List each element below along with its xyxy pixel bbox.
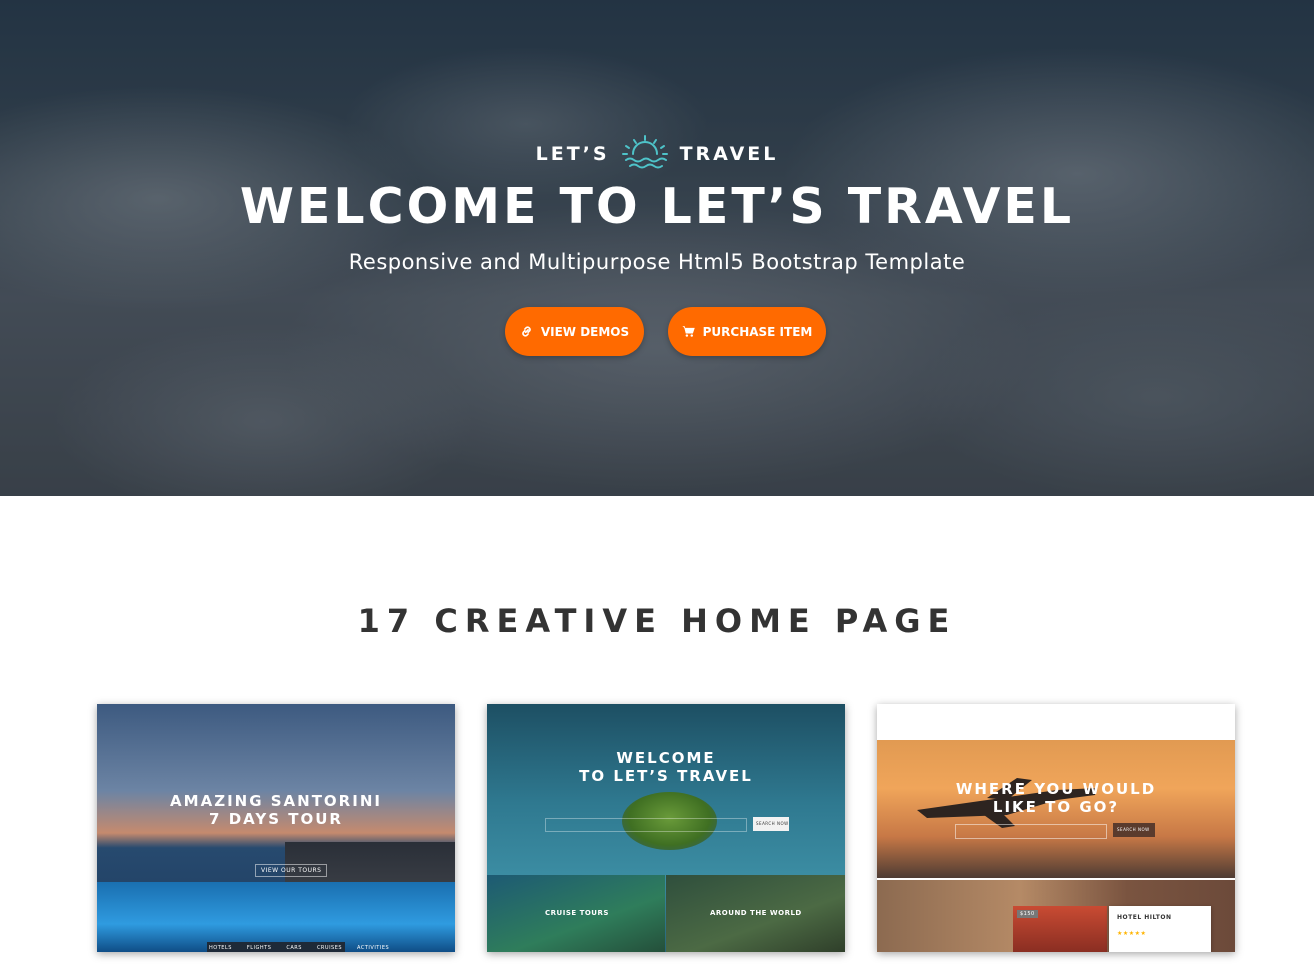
rating-stars: ★★★★★: [1117, 930, 1147, 937]
section-title: 17 CREATIVE HOME PAGE: [357, 602, 957, 640]
booking-tab: CARS: [286, 945, 302, 951]
booking-tabs: HOTELS FLIGHTS CARS CRUISES ACTIVITIES: [209, 945, 389, 951]
hotel-name: HOTEL HILTON: [1117, 914, 1172, 921]
demo-card-welcome[interactable]: WELCOME TO LET’S TRAVEL SEARCH NOW CRUIS…: [487, 704, 845, 952]
sun-waves-icon: [621, 135, 668, 169]
demo-headline-line1: AMAZING SANTORINI: [170, 792, 382, 810]
brand-logo[interactable]: LET’S TRAVEL: [0, 134, 1314, 174]
demo-thumbnail: WELCOME TO LET’S TRAVEL SEARCH NOW CRUIS…: [487, 704, 845, 952]
purchase-item-button[interactable]: PURCHASE ITEM: [668, 307, 826, 356]
tour-cta: VIEW OUR TOURS: [255, 864, 328, 877]
logo-word-right: TRAVEL: [679, 143, 779, 165]
search-form: [545, 818, 747, 832]
cart-icon: [682, 326, 695, 337]
demo-headline-line2: TO LET’S TRAVEL: [579, 767, 753, 785]
logo-word-left: LET’S: [535, 143, 610, 165]
site-header: [877, 704, 1235, 741]
demo-thumbnail: WHERE YOU WOULD LIKE TO GO? SEARCH NOW $…: [877, 704, 1235, 952]
booking-tab: HOTELS: [209, 945, 232, 951]
tile-label: AROUND THE WORLD: [710, 909, 802, 917]
demo-headline-line1: WHERE YOU WOULD: [955, 780, 1157, 798]
view-demos-label: VIEW DEMOS: [540, 324, 630, 339]
demo-headline-line2: 7 DAYS TOUR: [209, 810, 343, 828]
demo-headline-line1: WELCOME: [616, 749, 716, 767]
hero-subtitle: Responsive and Multipurpose Html5 Bootst…: [348, 250, 966, 274]
view-demos-button[interactable]: VIEW DEMOS: [505, 307, 644, 356]
tile-world: AROUND THE WORLD: [666, 875, 845, 952]
hotel-photo: $150: [1013, 906, 1107, 952]
demo-thumbnail: AMAZING SANTORINI 7 DAYS TOUR VIEW OUR T…: [97, 704, 455, 952]
hero-banner: LET’S TRAVEL WELCOME TO LET’S TRAVEL Res…: [0, 0, 1314, 496]
hotel-card: HOTEL HILTON ★★★★★: [1109, 906, 1211, 952]
purchase-item-label: PURCHASE ITEM: [702, 324, 813, 339]
booking-tab: ACTIVITIES: [357, 945, 390, 951]
booking-tab: FLIGHTS: [246, 945, 272, 951]
booking-tab: CRUISES: [316, 945, 343, 951]
search-form: [955, 824, 1107, 839]
demo-card-santorini[interactable]: AMAZING SANTORINI 7 DAYS TOUR VIEW OUR T…: [97, 704, 455, 952]
link-icon: [522, 326, 531, 337]
search-button: SEARCH NOW: [1113, 823, 1155, 837]
price-badge: $150: [1017, 910, 1038, 918]
search-button: SEARCH NOW: [753, 817, 789, 831]
hero-title: WELCOME TO LET’S TRAVEL: [239, 178, 1075, 235]
tile-label: CRUISE TOURS: [545, 909, 609, 917]
demo-headline-line2: LIKE TO GO?: [992, 798, 1120, 816]
tile-cruise: CRUISE TOURS: [487, 875, 665, 952]
demo-card-where[interactable]: WHERE YOU WOULD LIKE TO GO? SEARCH NOW $…: [877, 704, 1235, 952]
